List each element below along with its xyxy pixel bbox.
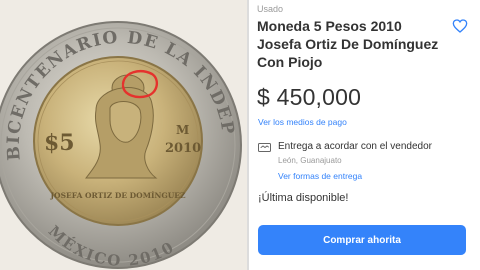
handshake-icon	[258, 143, 271, 152]
delivery-options-link[interactable]: Ver formas de entrega	[278, 171, 362, 181]
coin-denomination: $5	[44, 130, 75, 156]
coin-portrait-caption: JOSEFA ORTIZ DE DOMÍNGUEZ	[49, 191, 186, 200]
coin-image: BICENTENARIO DE LA INDEPENDENCIA MÉXICO …	[0, 0, 247, 270]
coin-mint-mark: M	[176, 123, 189, 137]
coin-year: 2010	[165, 141, 201, 156]
stock-status: ¡Última disponible!	[258, 192, 349, 204]
listing-page: BICENTENARIO DE LA INDEPENDENCIA MÉXICO …	[0, 0, 480, 270]
product-photo[interactable]: BICENTENARIO DE LA INDEPENDENCIA MÉXICO …	[0, 0, 247, 270]
delivery-label: Entrega a acordar con el vendedor	[278, 141, 432, 152]
listing-info: Usado Moneda 5 Pesos 2010 Josefa Ortiz D…	[257, 0, 472, 270]
buy-now-button[interactable]: Comprar ahorita	[258, 225, 466, 255]
listing-title: Moneda 5 Pesos 2010 Josefa Ortiz De Domí…	[257, 18, 439, 70]
seller-location: León, Guanajuato	[278, 156, 342, 165]
item-condition: Usado	[257, 4, 284, 14]
pane-divider	[247, 0, 249, 270]
heart-outline-icon[interactable]	[452, 18, 468, 34]
listing-price: $ 450,000	[257, 84, 362, 110]
payment-methods-link[interactable]: Ver los medios de pago	[258, 117, 347, 127]
